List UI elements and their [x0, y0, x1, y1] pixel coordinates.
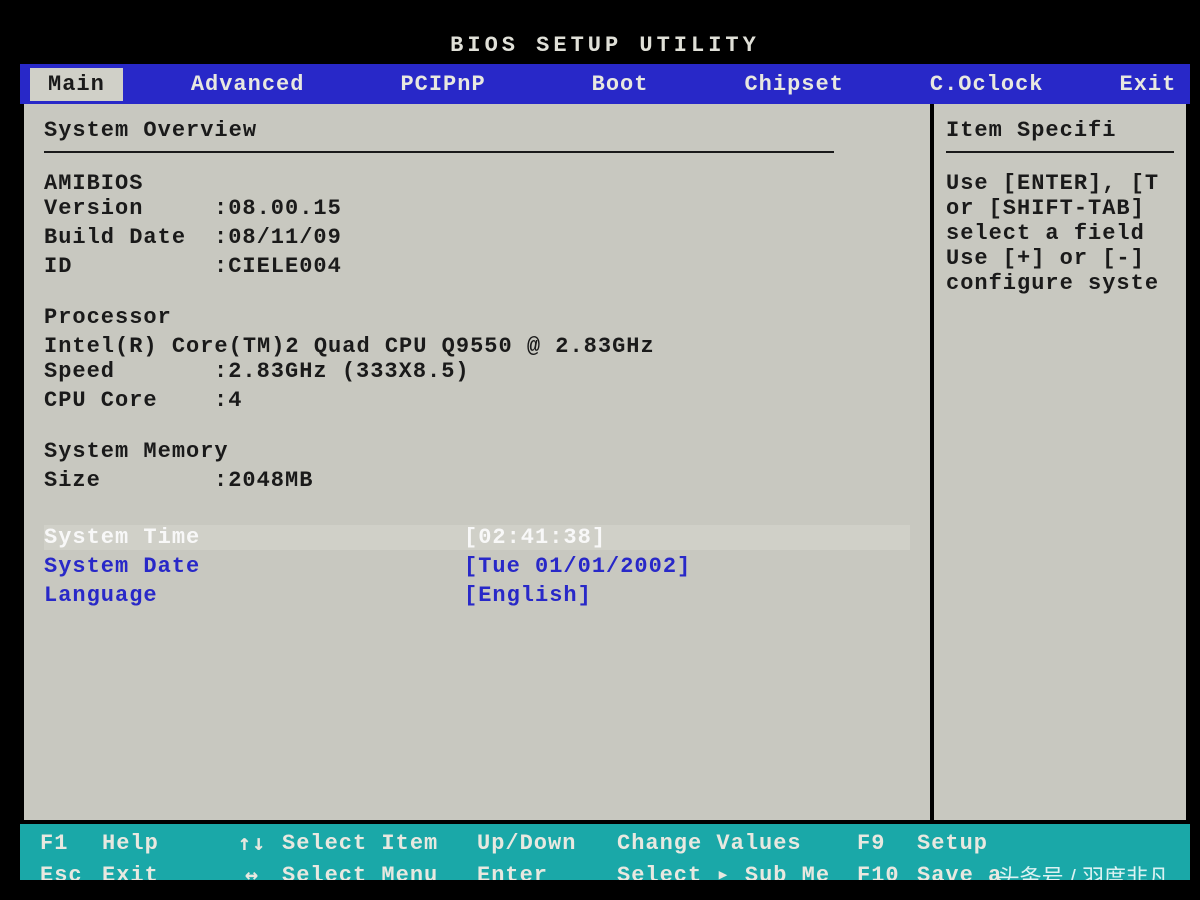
id-value: :CIELE004: [214, 254, 910, 279]
menu-tab-chipset[interactable]: Chipset: [726, 68, 861, 101]
help-line: Use [+] or [-]: [946, 246, 1174, 271]
watermark-text: 头条号 / 羽度非凡: [998, 860, 1170, 880]
processor-heading: Processor: [44, 305, 910, 330]
hint-key-esc: Esc: [40, 860, 102, 880]
main-panel: System Overview AMIBIOS Version :08.00.1…: [24, 104, 934, 820]
memory-heading: System Memory: [44, 439, 910, 464]
hint-action-help: Help: [102, 828, 222, 860]
cpu-core-label: CPU Core: [44, 388, 214, 413]
build-date-label: Build Date: [44, 225, 214, 250]
system-date-label: System Date: [44, 554, 464, 579]
hint-action-exit: Exit: [102, 860, 222, 880]
menu-bar: Main Advanced PCIPnP Boot Chipset C.Oclo…: [20, 64, 1190, 104]
language-label: Language: [44, 583, 464, 608]
help-line: select a field: [946, 221, 1174, 246]
help-heading: Item Specifi: [946, 118, 1174, 143]
hint-action-setup: Setup: [917, 828, 1170, 860]
help-panel: Item Specifi Use [ENTER], [T or [SHIFT-T…: [934, 104, 1186, 820]
cpu-core-value: :4: [214, 388, 910, 413]
menu-tab-coclock[interactable]: C.Oclock: [912, 68, 1062, 101]
arrows-updown-icon: ↑↓: [222, 828, 282, 860]
bios-title: BIOS SETUP UTILITY: [20, 28, 1190, 64]
memory-size-label: Size: [44, 468, 214, 493]
footer-hints: F1 Help ↑↓ Select Item Up/Down Change Va…: [20, 824, 1190, 880]
system-date-value: [Tue 01/01/2002]: [464, 554, 691, 579]
system-time-value: [02:41:38]: [464, 525, 606, 550]
language-value: [English]: [464, 583, 592, 608]
memory-size-value: :2048MB: [214, 468, 910, 493]
menu-tab-boot[interactable]: Boot: [574, 68, 667, 101]
hint-key-updown: Up/Down: [477, 828, 617, 860]
arrows-leftright-icon: ↔: [222, 860, 282, 880]
version-value: :08.00.15: [214, 196, 910, 221]
language-row[interactable]: Language [English]: [44, 583, 910, 608]
divider: [44, 151, 834, 153]
speed-value: :2.83GHz (333X8.5): [214, 359, 910, 384]
menu-tab-advanced[interactable]: Advanced: [173, 68, 323, 101]
hint-action-select-sub: Select ▸ Sub Me: [617, 860, 857, 880]
speed-label: Speed: [44, 359, 214, 384]
id-label: ID: [44, 254, 214, 279]
hint-action-select-item: Select Item: [282, 828, 477, 860]
hint-key-f10: F10: [857, 860, 917, 880]
menu-tab-pcipnp[interactable]: PCIPnP: [382, 68, 503, 101]
help-line: Use [ENTER], [T: [946, 171, 1174, 196]
help-line: or [SHIFT-TAB]: [946, 196, 1174, 221]
system-time-row[interactable]: System Time [02:41:38]: [44, 525, 910, 550]
amibios-heading: AMIBIOS: [44, 171, 910, 196]
hint-key-enter: Enter: [477, 860, 617, 880]
hint-key-f9: F9: [857, 828, 917, 860]
help-line: configure syste: [946, 271, 1174, 296]
processor-name: Intel(R) Core(TM)2 Quad CPU Q9550 @ 2.83…: [44, 334, 910, 359]
hint-action-change-values: Change Values: [617, 828, 857, 860]
hint-key-f1: F1: [40, 828, 102, 860]
menu-tab-exit[interactable]: Exit: [1102, 68, 1190, 101]
system-date-row[interactable]: System Date [Tue 01/01/2002]: [44, 554, 910, 579]
help-divider: [946, 151, 1174, 153]
hint-action-select-menu: Select Menu: [282, 860, 477, 880]
build-date-value: :08/11/09: [214, 225, 910, 250]
version-label: Version: [44, 196, 214, 221]
system-overview-heading: System Overview: [44, 118, 910, 143]
menu-tab-main[interactable]: Main: [30, 68, 123, 101]
system-time-label: System Time: [44, 525, 464, 550]
